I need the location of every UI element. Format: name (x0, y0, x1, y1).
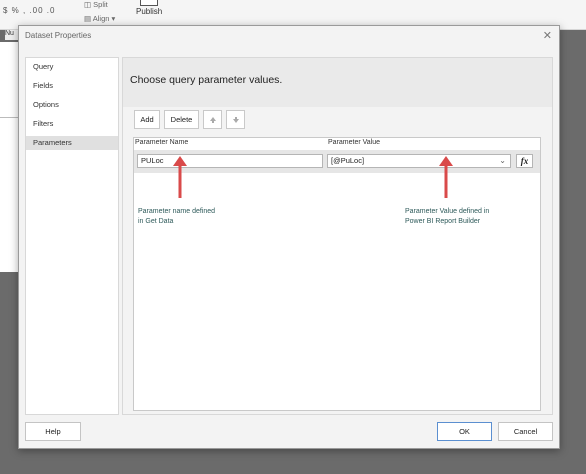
page-title: Choose query parameter values. (130, 74, 283, 86)
nav-item-filters[interactable]: Filters (26, 117, 118, 131)
arrow-up-icon (209, 117, 216, 123)
split-label: Split (93, 0, 108, 9)
dialog-title: Dataset Properties (25, 31, 92, 40)
delete-button[interactable]: Delete (164, 110, 199, 129)
column-header-name: Parameter Name (135, 139, 189, 146)
left-arrow-icon (173, 156, 187, 198)
dialog-nav: Query Fields Options Filters Parameters (25, 57, 119, 415)
nav-item-query[interactable]: Query (26, 60, 118, 74)
add-button[interactable]: Add (134, 110, 160, 129)
dataset-properties-dialog: Dataset Properties ✕ Query Fields Option… (18, 25, 560, 449)
number-format-group[interactable]: $ % , .00 .0 (3, 6, 55, 15)
move-up-button[interactable] (203, 110, 222, 129)
publish-icon (140, 0, 158, 6)
ok-button[interactable]: OK (437, 422, 492, 441)
parameter-value-text: [@PuLoc] (331, 156, 365, 165)
align-label: Align (92, 14, 110, 23)
nav-item-parameters[interactable]: Parameters (26, 136, 118, 150)
split-button[interactable]: ◫ Split (84, 0, 108, 9)
annotation-right-line2: Power BI Report Builder (405, 218, 481, 225)
align-button[interactable]: ▤ Align ▾ (84, 14, 115, 23)
nav-item-options[interactable]: Options (26, 98, 118, 112)
annotation-right: Parameter Value defined in Power BI Repo… (405, 207, 489, 227)
grid-header: Parameter Name Parameter Value (134, 138, 540, 150)
nav-item-fields[interactable]: Fields (26, 79, 118, 93)
annotation-left-line1: Parameter name defined (138, 208, 216, 215)
chevron-down-icon: ⌄ (499, 156, 506, 165)
parameter-name-field[interactable]: PULoc (137, 154, 323, 168)
expression-button[interactable]: fx (516, 154, 533, 168)
publish-button[interactable]: Publish (136, 7, 162, 16)
arrow-down-icon (232, 117, 239, 123)
table-row: PULoc [@PuLoc] ⌄ fx (134, 150, 540, 173)
cancel-button[interactable]: Cancel (498, 422, 553, 441)
close-icon[interactable]: ✕ (543, 29, 552, 42)
annotation-left-line2: in Get Data (138, 218, 174, 225)
move-down-button[interactable] (226, 110, 245, 129)
right-arrow-icon (439, 156, 453, 198)
background-document (0, 42, 20, 272)
annotation-right-line1: Parameter Value defined in (405, 208, 490, 215)
parameter-value-dropdown[interactable]: [@PuLoc] ⌄ (327, 154, 511, 168)
heading-band: Choose query parameter values. (123, 58, 552, 107)
help-button[interactable]: Help (25, 422, 81, 441)
annotation-left: Parameter name defined in Get Data (138, 207, 215, 227)
column-header-value: Parameter Value (328, 139, 381, 146)
parameters-grid: Parameter Name Parameter Value PULoc [@P… (133, 137, 541, 411)
